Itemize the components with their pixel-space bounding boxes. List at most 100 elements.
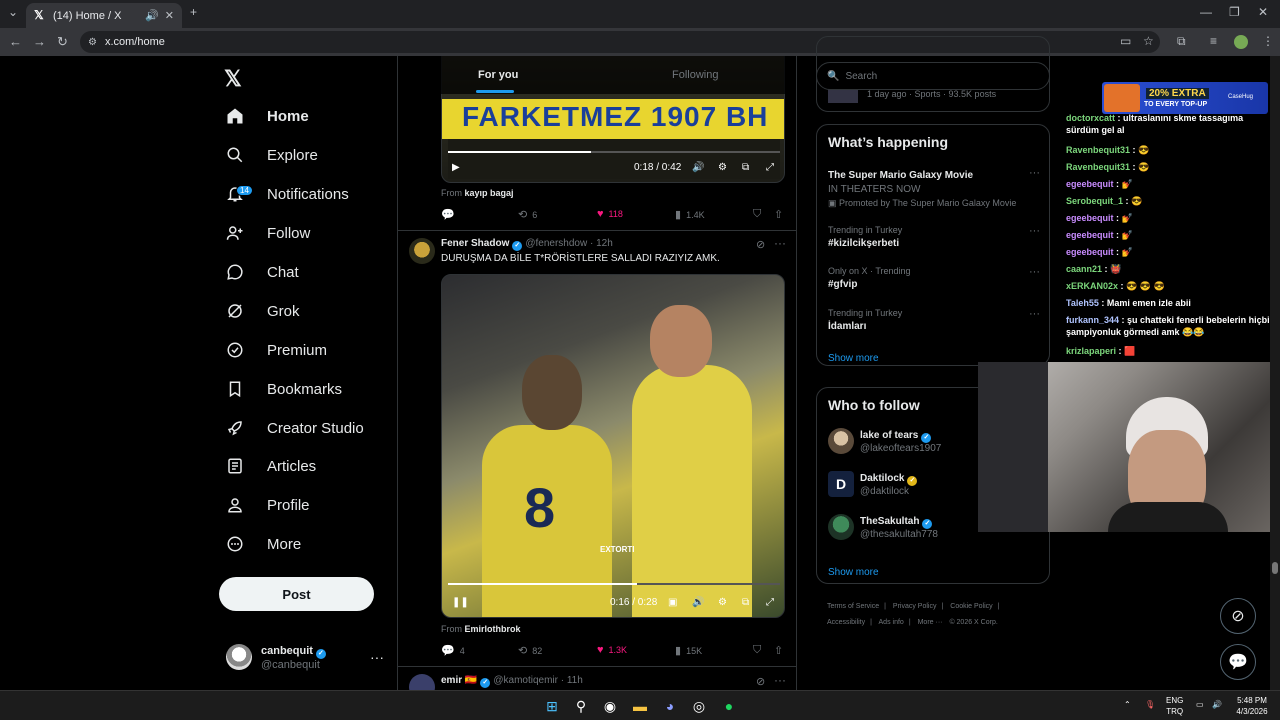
show-more-link[interactable]: Show more [828,567,879,578]
tweet-author[interactable]: emir 🇪🇸 ✓ @kamotiqemir · 11h [441,675,583,688]
tweet-video[interactable]: 8 EXTORTI ❚❚ 0:16 / 0:28 ▣ 🔊 ⚙ ⧉ ⤢ [441,274,785,618]
network-icon[interactable]: ▭ [1196,699,1204,710]
more-options-icon[interactable]: ··· [1029,266,1040,278]
spotify-icon[interactable]: ● [719,696,739,716]
reading-list-icon[interactable]: ≡ [1210,34,1217,48]
nav-bookmarks[interactable]: Bookmarks [226,374,342,404]
tweet-author[interactable]: Fener Shadow ✓ @fenershdow · 12h [441,238,613,251]
footer-link[interactable]: Accessibility [827,619,865,626]
video-progress-track[interactable] [448,151,780,153]
video-progress-track[interactable] [448,583,780,585]
tab-following[interactable]: Following [672,69,718,81]
footer-link[interactable]: More ··· [918,619,943,626]
microphone-icon[interactable]: 🎙 [1145,699,1155,710]
tab-search-icon[interactable]: ⌄ [8,5,18,19]
nav-premium[interactable]: Premium [226,335,327,365]
language-indicator[interactable]: ENG TRQ [1166,695,1183,717]
window-close-icon[interactable]: ✕ [1258,5,1268,19]
views-button[interactable]: ▮ 15K [675,644,702,657]
pip-icon[interactable]: ⧉ [742,597,749,608]
retweet-button[interactable]: ⟲ 82 [518,644,542,657]
forward-icon[interactable]: → [33,34,46,49]
nav-notifications[interactable]: 14 Notifications [226,179,349,209]
nav-explore[interactable]: Explore [226,140,318,170]
site-info-icon[interactable]: ⚙ [88,37,97,48]
trend-item[interactable]: Trending in Turkey #kizilcikşerbeti ··· [828,225,1040,249]
settings-icon[interactable]: ⚙ [718,162,727,173]
clock[interactable]: 5:48 PM 4/3/2026 [1230,695,1274,717]
share-button[interactable]: ⇧ [774,208,788,221]
views-button[interactable]: ▮ 1.4K [675,208,705,221]
bookmark-button[interactable]: ⛉ [753,644,766,657]
minimize-icon[interactable]: — [1200,5,1212,19]
settings-icon[interactable]: ⚙ [718,597,727,608]
search-icon[interactable]: ⚲ [571,696,591,716]
more-options-icon[interactable]: ··· [774,236,786,250]
footer-link[interactable]: Ads info [879,619,904,626]
bookmark-button[interactable]: ⛉ [753,208,766,221]
nav-follow[interactable]: Follow [226,218,310,248]
more-options-icon[interactable]: ··· [1029,167,1040,179]
reply-button[interactable]: 💬 [441,208,460,221]
nav-articles[interactable]: Articles [226,451,316,481]
fullscreen-icon[interactable]: ⤢ [766,162,774,173]
more-options-icon[interactable]: ··· [774,673,786,687]
nav-grok[interactable]: Grok [226,296,300,326]
show-more-link[interactable]: Show more [828,353,879,364]
volume-icon[interactable]: 🔊 [1212,699,1222,710]
x-logo-icon[interactable]: 𝕏 [224,66,242,92]
avatar[interactable] [409,238,435,264]
search-input[interactable]: 🔍 Search [816,62,1050,90]
video-source-link[interactable]: kayıp bagaj [465,188,514,198]
grok-floating-button[interactable]: ⊘ [1220,598,1256,634]
pause-icon[interactable]: ❚❚ [452,597,469,608]
pip-icon[interactable]: ⧉ [742,162,749,173]
volume-icon[interactable]: 🔊 [692,162,704,173]
like-button[interactable]: ♥ 1.3K [597,644,627,656]
share-button[interactable]: ⇧ [774,644,788,657]
grok-icon[interactable]: ⊘ [756,238,765,251]
trend-item[interactable]: Trending in Turkey İdamları ··· [828,308,1040,332]
fullscreen-icon[interactable]: ⤢ [766,597,774,608]
extensions-icon[interactable]: ⧉ [1177,34,1186,49]
more-options-icon[interactable]: ··· [370,649,384,665]
profile-avatar-icon[interactable] [1234,35,1248,49]
more-options-icon[interactable]: ··· [1029,308,1040,320]
windows-start-icon[interactable]: ⊞ [542,696,562,716]
messages-floating-button[interactable]: 💬 [1220,644,1256,680]
avatar[interactable] [409,674,435,690]
chrome-icon[interactable]: ◉ [600,696,620,716]
obs-icon[interactable]: ◎ [689,696,709,716]
footer-link[interactable]: Privacy Policy [893,603,937,610]
file-explorer-icon[interactable]: ▬ [630,696,650,716]
play-icon[interactable]: ▶ [452,162,460,173]
post-button[interactable]: Post [219,577,374,611]
reload-icon[interactable]: ↻ [57,34,68,50]
nav-profile[interactable]: Profile [226,490,310,520]
trend-item[interactable]: Only on X · Trending #gfvip ··· [828,266,1040,290]
volume-icon[interactable]: 🔊 [692,597,704,608]
nav-creator-studio[interactable]: Creator Studio [226,413,364,443]
trend-item[interactable]: The Super Mario Galaxy Movie IN THEATERS… [828,167,1040,209]
tab-close-icon[interactable]: ✕ [165,9,174,22]
video-source-link[interactable]: Emirlothbrok [465,624,521,634]
nav-chat[interactable]: Chat [226,257,299,287]
grok-icon[interactable]: ⊘ [756,675,765,688]
cast-icon[interactable]: ▭ [1120,34,1131,48]
back-icon[interactable]: ← [9,34,22,49]
bookmark-star-icon[interactable]: ☆ [1143,34,1154,48]
tab-for-you[interactable]: For you [478,69,518,81]
tab-audio-icon[interactable]: 🔊 [145,9,159,22]
scrollbar-thumb[interactable] [1272,562,1278,574]
tray-chevron-icon[interactable]: ⌃ [1124,699,1131,710]
captions-icon[interactable]: ▣ [668,597,677,608]
reply-button[interactable]: 💬 4 [441,644,465,657]
retweet-button[interactable]: ⟲ 6 [518,208,537,221]
footer-link[interactable]: Terms of Service [827,603,879,610]
page-scrollbar[interactable] [1270,56,1280,690]
nav-more[interactable]: More [226,529,301,559]
footer-link[interactable]: Cookie Policy [950,603,992,610]
restore-icon[interactable]: ❐ [1229,5,1240,19]
browser-tab-active[interactable]: 𝕏 (14) Home / X 🔊 ✕ [26,3,182,28]
account-switcher[interactable]: canbequit ✓ @canbequit ··· [226,641,386,677]
